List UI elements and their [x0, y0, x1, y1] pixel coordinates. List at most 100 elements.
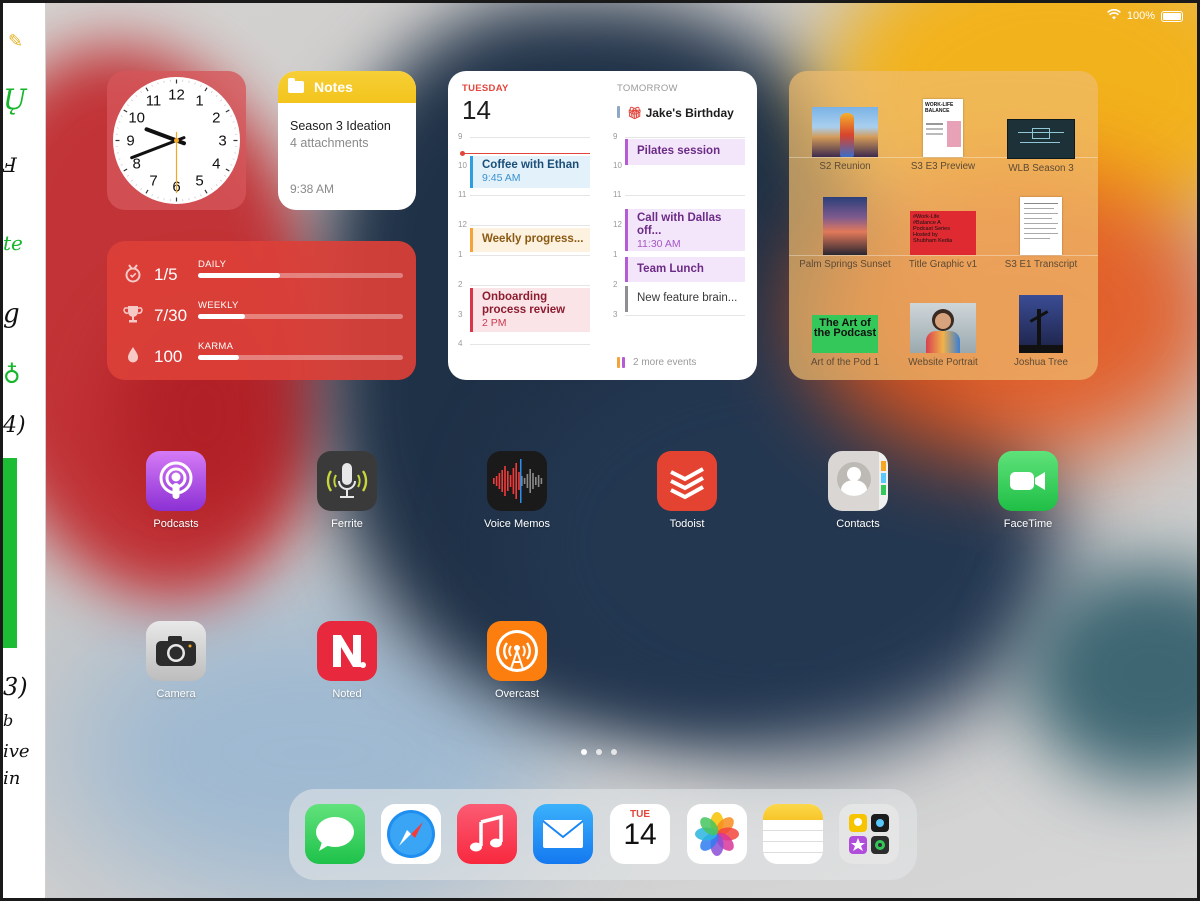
notes-widget[interactable]: Notes Season 3 Ideation 4 attachments 9:… [278, 71, 416, 210]
file-item[interactable]: Joshua Tree [993, 295, 1089, 368]
clock-number: 11 [146, 93, 162, 110]
hour-label: 12 [458, 220, 467, 229]
hour-label: 11 [458, 190, 467, 199]
file-item[interactable]: Website Portrait [895, 303, 991, 368]
notes-widget-header: Notes [278, 71, 416, 103]
birthday-event[interactable]: 🎁︎ Jake's Birthday [627, 106, 734, 120]
calendar-event[interactable]: Coffee with Ethan 9:45 AM [470, 156, 590, 188]
file-item[interactable]: S3 E1 Transcript [993, 197, 1089, 270]
notes-icon[interactable] [763, 804, 823, 864]
app-label: Noted [332, 688, 362, 700]
todoist-icon [657, 451, 717, 511]
page-dot[interactable] [596, 749, 602, 755]
hour-label: 12 [613, 220, 622, 229]
photos-icon[interactable] [687, 804, 747, 864]
app-podcasts[interactable]: Podcasts [116, 451, 236, 530]
calendar-tomorrow-column: TOMORROW 🎁︎ Jake's Birthday 9 10 11 12 1… [603, 71, 751, 380]
hour-label: 1 [458, 250, 463, 259]
app-camera[interactable]: Camera [116, 621, 236, 700]
calendar-today-column: TUESDAY 14 9 10 11 12 1 2 3 4 Coffee wit… [448, 71, 596, 380]
productivity-row: 1/5 DAILY [107, 255, 416, 291]
ipad-home-screen: ✎ Ų Ⅎ te g ♁ 4) 3) b ive in 100% 12 1 2 3 4 5… [0, 0, 1200, 901]
safari-icon[interactable] [381, 804, 441, 864]
calendar-icon[interactable]: TUE 14 [610, 804, 670, 864]
messages-icon[interactable] [305, 804, 365, 864]
note-time: 9:38 AM [290, 182, 335, 196]
file-item[interactable]: S2 Reunion [797, 107, 893, 172]
calendar-today-day: TUESDAY [462, 83, 509, 94]
calendar-event[interactable]: Onboarding process review 2 PM [470, 288, 590, 332]
hour-label: 11 [613, 190, 622, 199]
folder-icon [288, 78, 304, 93]
clock-number: 5 [195, 172, 203, 189]
clock-widget[interactable]: 121234567891011 [107, 71, 246, 210]
weekly-value: 7/30 [154, 306, 188, 325]
facetime-icon [998, 451, 1058, 511]
productivity-row: 100 KARMA [107, 337, 416, 373]
page-dot[interactable] [581, 749, 587, 755]
note-title: Season 3 Ideation [290, 119, 391, 133]
clock-number: 10 [128, 110, 145, 127]
app-folder-icon[interactable] [839, 804, 899, 864]
daily-label: DAILY [198, 259, 227, 270]
contacts-icon [828, 451, 888, 511]
app-noted[interactable]: Noted [287, 621, 407, 700]
current-time-line [460, 153, 590, 154]
app-label: Podcasts [153, 518, 199, 530]
app-contacts[interactable]: Contacts [798, 451, 918, 530]
slide-over-app-edge[interactable]: ✎ Ų Ⅎ te g ♁ 4) 3) b ive in [3, 3, 46, 898]
productivity-row: 7/30 WEEKLY [107, 296, 416, 332]
mail-icon[interactable] [533, 804, 593, 864]
notes-widget-title: Notes [314, 79, 353, 95]
music-icon[interactable] [457, 804, 517, 864]
recent-files-widget[interactable]: S2 Reunion WORK-LIFE BALANCE S3 E3 Previ… [789, 71, 1098, 380]
hour-label: 4 [458, 339, 463, 348]
file-item[interactable]: #Work-Life #Balance A Podcast Series Hos… [895, 211, 991, 270]
file-item[interactable]: The Art of the Podcast Art of the Pod 1 [797, 315, 893, 368]
calendar-event[interactable]: Weekly progress... [470, 228, 590, 252]
calendar-event[interactable]: Team Lunch [625, 257, 745, 282]
calendar-event[interactable]: Pilates session [625, 139, 745, 165]
gift-icon: 🎁︎ [627, 106, 643, 120]
app-label: Overcast [494, 688, 539, 700]
status-bar: 100% [1106, 9, 1183, 23]
calendar-event[interactable]: New feature brain... [625, 286, 745, 312]
hour-label: 3 [458, 310, 463, 319]
app-facetime[interactable]: FaceTime [968, 451, 1088, 530]
compose-icon[interactable]: ✎ [8, 31, 23, 52]
medal-icon [123, 263, 143, 283]
hour-label: 2 [458, 280, 463, 289]
clock-number: 3 [218, 133, 226, 150]
app-overcast[interactable]: Overcast [457, 621, 577, 700]
file-item[interactable]: WLB Season 3 [993, 119, 1089, 174]
hour-label: 2 [613, 280, 618, 289]
app-voice-memos[interactable]: Voice Memos [457, 451, 577, 530]
calendar-widget[interactable]: TUESDAY 14 9 10 11 12 1 2 3 4 Coffee wit… [448, 71, 757, 380]
overcast-icon [487, 621, 547, 681]
clock-number: 1 [195, 93, 203, 110]
page-indicator[interactable] [581, 749, 617, 755]
app-label: Todoist [669, 518, 705, 530]
app-todoist[interactable]: Todoist [627, 451, 747, 530]
clock-number: 2 [212, 110, 220, 127]
karma-label: KARMA [198, 341, 234, 352]
app-label: Voice Memos [483, 518, 551, 530]
karma-progress-bar [198, 355, 403, 360]
noted-icon [317, 621, 377, 681]
page-dot[interactable] [611, 749, 617, 755]
calendar-event[interactable]: Call with Dallas off... 11:30 AM [625, 209, 745, 251]
app-ferrite[interactable]: Ferrite [287, 451, 407, 530]
clock-number: 9 [126, 133, 134, 150]
more-events[interactable]: 2 more events [617, 357, 696, 368]
hour-label: 9 [613, 132, 618, 141]
calendar-tomorrow-day: TOMORROW [617, 83, 678, 94]
file-item[interactable]: WORK-LIFE BALANCE S3 E3 Preview [895, 99, 991, 172]
karma-value: 100 [154, 347, 183, 366]
clock-number: 12 [168, 87, 185, 104]
productivity-widget[interactable]: 1/5 DAILY 7/30 WEEKLY 100 KARMA [107, 241, 416, 380]
battery-icon [1161, 10, 1183, 22]
file-item[interactable]: Palm Springs Sunset [797, 197, 893, 270]
calendar-today-date: 14 [462, 95, 491, 125]
clock-number: 4 [212, 156, 220, 173]
daily-value: 1/5 [154, 265, 178, 284]
